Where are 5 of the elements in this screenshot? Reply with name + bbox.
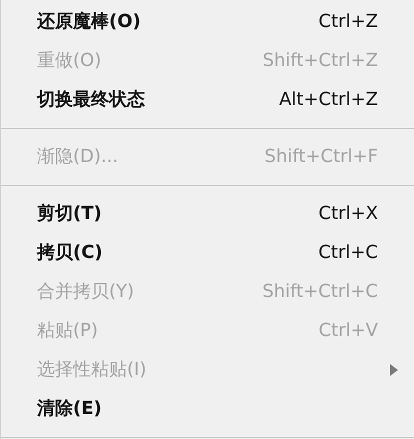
menu-item[interactable]: 清除(E) — [1, 389, 414, 428]
menu-item[interactable]: 拷贝(C) Ctrl+C — [1, 233, 414, 272]
menu-item[interactable]: 还原魔棒(O) Ctrl+Z — [1, 2, 414, 41]
menu-item[interactable]: 切换最终状态 Alt+Ctrl+Z — [1, 80, 414, 119]
menu-item[interactable]: 剪切(T) Ctrl+X — [1, 194, 414, 233]
